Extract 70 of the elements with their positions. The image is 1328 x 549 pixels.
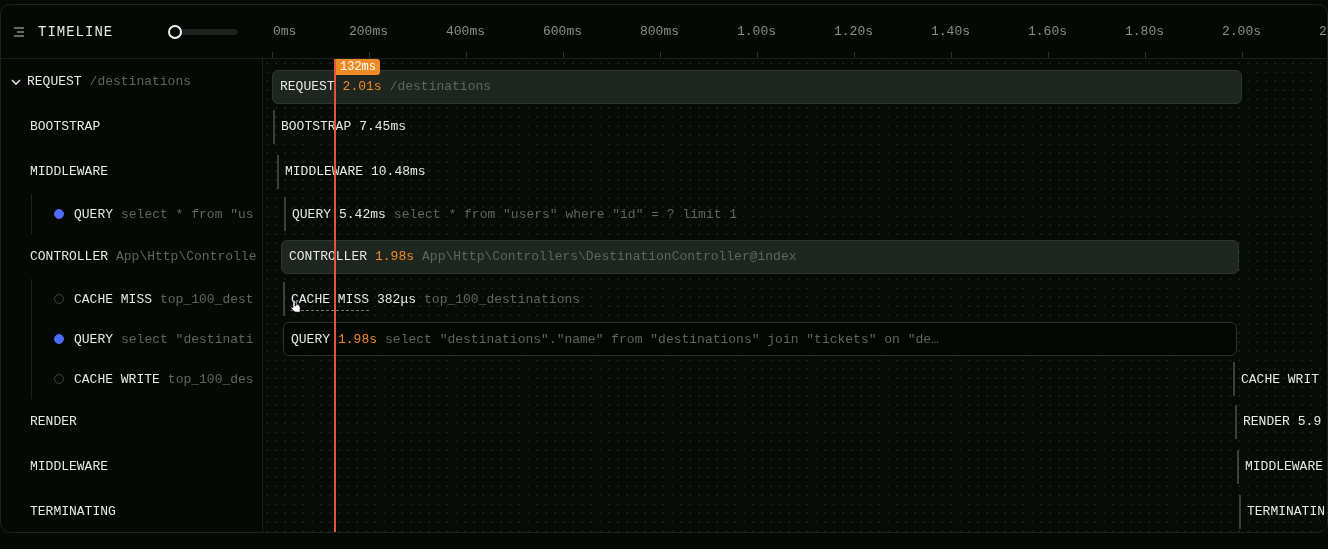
- span-detail: select * from "users" where "id" = ? limit 1: [393, 206, 738, 222]
- slider-thumb[interactable]: [168, 24, 182, 39]
- time-tick-label: 2: [1319, 24, 1327, 39]
- span-detail: App\Http\Controllers\DestinationController@index: [422, 249, 797, 264]
- span-duration: 7.45ms: [359, 119, 407, 134]
- span-label: QUERY: [292, 206, 331, 224]
- span-name: RENDER: [30, 414, 77, 429]
- time-tick-label: 1.80s: [1125, 24, 1164, 39]
- span-label: MIDDLEWARE: [1245, 459, 1323, 476]
- time-tick-label: 600ms: [543, 24, 582, 39]
- span-detail: top_100_dest: [160, 291, 254, 307]
- span-label: REQUEST: [280, 79, 335, 96]
- span-name: BOOTSTRAP: [30, 119, 101, 134]
- span-name: QUERY: [74, 331, 113, 347]
- time-tick-label: 800ms: [640, 24, 679, 39]
- time-tick-label: 200ms: [349, 24, 388, 39]
- span-name: CACHE MISS: [74, 291, 152, 307]
- span-name: MIDDLEWARE: [30, 164, 108, 179]
- span-duration: 382μs: [377, 291, 417, 307]
- tree-item[interactable]: CACHE WRITE top_100_des: [32, 359, 262, 399]
- time-tick-label: 400ms: [446, 24, 485, 39]
- span-duration: 2.01s: [342, 79, 382, 94]
- span-detail: /destinations: [89, 74, 192, 89]
- span-detail: select "destinations"."name" from "destinations" join "tickets" on "de…: [385, 331, 939, 347]
- tree-item[interactable]: CACHE MISS top_100_dest: [32, 279, 262, 319]
- span-name: CACHE WRITE: [74, 371, 160, 387]
- chevron-icon[interactable]: [11, 76, 21, 87]
- span-detail: App\Http\Controlle: [116, 249, 257, 264]
- tree-item[interactable]: QUERY select * from "us: [32, 194, 262, 234]
- span-bar[interactable]: REQUEST 2.01s /destinations: [272, 69, 1242, 104]
- tree-item[interactable]: TERMINATING: [1, 489, 262, 532]
- tree-item[interactable]: MIDDLEWARE: [1, 149, 262, 194]
- menu-icon[interactable]: [14, 26, 26, 37]
- span-label: TERMINATIN: [1247, 504, 1325, 521]
- time-tick-label: 2.00s: [1222, 24, 1261, 39]
- span-duration: 5.9: [1297, 414, 1322, 429]
- span-duration: 5.42ms: [339, 206, 386, 222]
- span-duration: 1.98s: [375, 249, 415, 264]
- time-tick-label: 1.40s: [931, 24, 970, 39]
- time-tick-label: 1.20s: [834, 24, 873, 39]
- tree-item[interactable]: RENDER: [1, 399, 262, 444]
- time-tick-label: 1.60s: [1028, 24, 1067, 39]
- tree-item[interactable]: MIDDLEWARE: [1, 444, 262, 489]
- time-tick-label: 0ms: [273, 24, 297, 39]
- span-detail: select "destinati: [121, 331, 254, 347]
- span-duration: 1.98s: [338, 331, 378, 347]
- span-detail: select * from "us: [121, 206, 254, 222]
- span-detail: top_100_destinations: [424, 291, 581, 307]
- tree-item[interactable]: QUERY select "destinati: [32, 319, 262, 359]
- span-name: REQUEST: [27, 74, 82, 89]
- span-name: CONTROLLER: [30, 249, 108, 264]
- span-name: MIDDLEWARE: [30, 459, 108, 474]
- span-detail: top_100_des: [167, 371, 254, 387]
- panel-title: TIMELINE: [38, 23, 115, 40]
- span-duration: 10.48ms: [371, 164, 426, 179]
- span-label: RENDER: [1243, 414, 1290, 431]
- tree-item[interactable]: REQUEST /destinations: [1, 59, 262, 104]
- span-label: QUERY: [291, 331, 330, 349]
- query-dot-icon: [54, 334, 64, 344]
- span-name: TERMINATING: [30, 504, 116, 519]
- span-detail: /destinations: [389, 79, 492, 94]
- span-label: CACHE WRIT: [1241, 371, 1319, 389]
- time-tick-label: 1.00s: [737, 24, 776, 39]
- time-cursor-badge: 132ms: [336, 59, 380, 75]
- span-bar[interactable]: QUERY 1.98s select "destinations"."name" from "destinations" join "tickets" on "de…: [283, 322, 1237, 356]
- query-dot-icon: [54, 209, 64, 219]
- tree-item[interactable]: CONTROLLER App\Http\Controlle: [1, 234, 262, 279]
- tree-item[interactable]: BOOTSTRAP: [1, 104, 262, 149]
- span-name: QUERY: [74, 206, 113, 222]
- zoom-slider[interactable]: [168, 24, 238, 39]
